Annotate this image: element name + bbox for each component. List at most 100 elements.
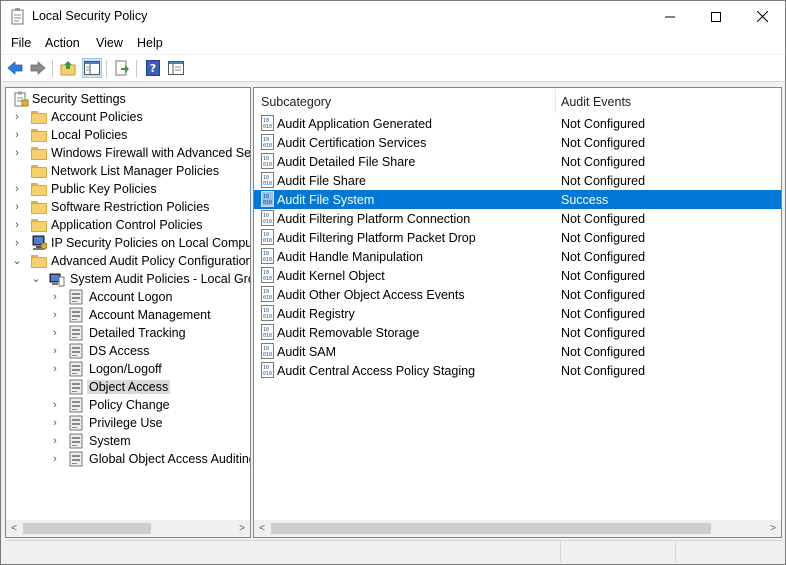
subcategory-cell: Audit Registry bbox=[277, 307, 355, 321]
table-row[interactable]: 10 010 Audit Filtering Platform Connectio… bbox=[254, 209, 781, 228]
table-row[interactable]: 10 010 Audit Registry Not Configured bbox=[254, 304, 781, 323]
column-header-audit-events[interactable]: Audit Events bbox=[561, 95, 631, 109]
tree-item-system[interactable]: › System bbox=[6, 432, 250, 450]
menu-help[interactable]: Help bbox=[137, 36, 163, 50]
audit-subcategory-icon: 10010 bbox=[261, 229, 274, 245]
scroll-left-arrow-icon[interactable]: < bbox=[7, 521, 21, 536]
tree-item-account-logon[interactable]: › Account Logon bbox=[6, 288, 250, 306]
chevron-down-icon[interactable]: ⌄ bbox=[31, 273, 41, 285]
show-hide-console-tree-button[interactable] bbox=[82, 58, 102, 78]
table-row[interactable]: 10 010 Audit Detailed File Share Not Conf… bbox=[254, 152, 781, 171]
table-row[interactable]: 10 010 Audit SAM Not Configured bbox=[254, 342, 781, 361]
tree-item-policy-change[interactable]: › Policy Change bbox=[6, 396, 250, 414]
tree-item-system-audit-policies[interactable]: ⌄ System Audit Policies - Local Group Po… bbox=[6, 270, 250, 288]
svg-text:010: 010 bbox=[263, 162, 272, 168]
tree-item-local-policies[interactable]: › Local Policies bbox=[6, 126, 250, 144]
properties-button[interactable] bbox=[166, 58, 186, 78]
security-settings-icon bbox=[14, 91, 29, 107]
tree-horizontal-scrollbar[interactable]: < > bbox=[6, 520, 250, 537]
table-row[interactable]: 10 010 Audit Certification Services Not C… bbox=[254, 133, 781, 152]
chevron-right-icon[interactable]: › bbox=[12, 147, 22, 159]
chevron-right-icon[interactable]: › bbox=[50, 363, 60, 375]
export-list-icon bbox=[115, 60, 129, 76]
tree-item-detailed-tracking[interactable]: › Detailed Tracking bbox=[6, 324, 250, 342]
table-row[interactable]: 10 010 Audit Central Access Policy Stagin… bbox=[254, 361, 781, 380]
tree-item-security-settings[interactable]: Security Settings bbox=[6, 90, 250, 108]
scroll-right-arrow-icon[interactable]: > bbox=[766, 521, 780, 536]
chevron-right-icon[interactable]: › bbox=[50, 417, 60, 429]
tree-item-network-list-manager[interactable]: Network List Manager Policies bbox=[6, 162, 250, 180]
title-bar[interactable]: Local Security Policy bbox=[1, 1, 785, 32]
chevron-right-icon[interactable]: › bbox=[12, 219, 22, 231]
column-divider[interactable] bbox=[555, 89, 556, 113]
tree-item-account-management[interactable]: › Account Management bbox=[6, 306, 250, 324]
table-row-selected[interactable]: 10 010 Audit File System Success bbox=[254, 190, 781, 209]
tree-item-windows-firewall[interactable]: › Windows Firewall with Advanced Securit… bbox=[6, 144, 250, 162]
scroll-left-arrow-icon[interactable]: < bbox=[255, 521, 269, 536]
security-policy-app-icon bbox=[11, 8, 24, 25]
scrollbar-thumb[interactable] bbox=[23, 523, 151, 534]
tree-item-logon-logoff[interactable]: › Logon/Logoff bbox=[6, 360, 250, 378]
chevron-right-icon[interactable]: › bbox=[50, 327, 60, 339]
tree-label: Logon/Logoff bbox=[89, 362, 162, 376]
table-row[interactable]: 10 010 Audit File Share Not Configured bbox=[254, 171, 781, 190]
chevron-right-icon[interactable]: › bbox=[12, 183, 22, 195]
table-row[interactable]: 10 010 Audit Other Object Access Events N… bbox=[254, 285, 781, 304]
maximize-button[interactable] bbox=[693, 1, 739, 32]
console-tree[interactable]: Security Settings › Account Policies › L… bbox=[5, 87, 251, 538]
tree-item-object-access[interactable]: Object Access bbox=[6, 378, 250, 396]
close-button[interactable] bbox=[739, 1, 785, 32]
chevron-right-icon[interactable]: › bbox=[50, 453, 60, 465]
back-button[interactable] bbox=[5, 58, 25, 78]
menu-file[interactable]: File bbox=[11, 36, 31, 50]
chevron-right-icon[interactable]: › bbox=[12, 129, 22, 141]
chevron-right-icon[interactable]: › bbox=[50, 309, 60, 321]
chevron-right-icon[interactable]: › bbox=[50, 345, 60, 357]
audit-subcategory-icon: 10010 bbox=[261, 153, 274, 169]
chevron-right-icon[interactable]: › bbox=[12, 111, 22, 123]
chevron-right-icon[interactable]: › bbox=[12, 201, 22, 213]
forward-arrow-icon bbox=[30, 61, 46, 75]
minimize-button[interactable] bbox=[647, 1, 693, 32]
tree-item-global-object-access-auditing[interactable]: › Global Object Access Auditing bbox=[6, 450, 250, 468]
chevron-right-icon[interactable]: › bbox=[50, 399, 60, 411]
chevron-right-icon[interactable]: › bbox=[50, 435, 60, 447]
svg-text:010: 010 bbox=[263, 276, 272, 282]
tree-item-account-policies[interactable]: › Account Policies bbox=[6, 108, 250, 126]
audit-subcategory-icon: 10010 bbox=[261, 267, 274, 283]
tree-item-privilege-use[interactable]: › Privilege Use bbox=[6, 414, 250, 432]
list-horizontal-scrollbar[interactable]: < > bbox=[254, 520, 781, 537]
toolbar: ? bbox=[1, 55, 785, 82]
table-row[interactable]: 10 010 Audit Kernel Object Not Configured bbox=[254, 266, 781, 285]
audit-policy-icon bbox=[69, 343, 83, 359]
tree-item-software-restriction[interactable]: › Software Restriction Policies bbox=[6, 198, 250, 216]
table-row[interactable]: 10 010 Audit Filtering Platform Packet Dr… bbox=[254, 228, 781, 247]
chevron-right-icon[interactable]: › bbox=[12, 237, 22, 249]
chevron-down-icon[interactable]: ⌄ bbox=[12, 255, 22, 267]
forward-button[interactable] bbox=[28, 58, 48, 78]
help-icon: ? bbox=[146, 60, 160, 76]
menu-view[interactable]: View bbox=[96, 36, 123, 50]
tree-item-ip-security[interactable]: › IP Security Policies on Local Computer bbox=[6, 234, 250, 252]
table-row[interactable]: 10 010 Audit Removable Storage Not Config… bbox=[254, 323, 781, 342]
table-row[interactable]: 10 010 Audit Handle Manipulation Not Conf… bbox=[254, 247, 781, 266]
tree-label: Software Restriction Policies bbox=[51, 200, 210, 214]
subcategory-cell: Audit Kernel Object bbox=[277, 269, 385, 283]
export-list-button[interactable] bbox=[112, 58, 132, 78]
results-pane[interactable]: Subcategory Audit Events 10 010 Audit App… bbox=[253, 87, 782, 538]
tree-item-public-key-policies[interactable]: › Public Key Policies bbox=[6, 180, 250, 198]
chevron-right-icon[interactable]: › bbox=[50, 291, 60, 303]
table-row[interactable]: 10 010 Audit Application Generated Not Co… bbox=[254, 114, 781, 133]
tree-item-ds-access[interactable]: › DS Access bbox=[6, 342, 250, 360]
up-one-level-button[interactable] bbox=[58, 58, 78, 78]
menu-action[interactable]: Action bbox=[45, 36, 80, 50]
audit-policy-icon bbox=[69, 361, 83, 377]
audit-policy-icon bbox=[69, 289, 83, 305]
audit-events-cell: Not Configured bbox=[561, 345, 646, 359]
scrollbar-thumb[interactable] bbox=[271, 523, 711, 534]
column-header-subcategory[interactable]: Subcategory bbox=[261, 95, 331, 109]
help-button[interactable]: ? bbox=[143, 58, 163, 78]
scroll-right-arrow-icon[interactable]: > bbox=[235, 521, 249, 536]
tree-item-application-control[interactable]: › Application Control Policies bbox=[6, 216, 250, 234]
tree-item-advanced-audit-policy[interactable]: ⌄ Advanced Audit Policy Configuration bbox=[6, 252, 250, 270]
